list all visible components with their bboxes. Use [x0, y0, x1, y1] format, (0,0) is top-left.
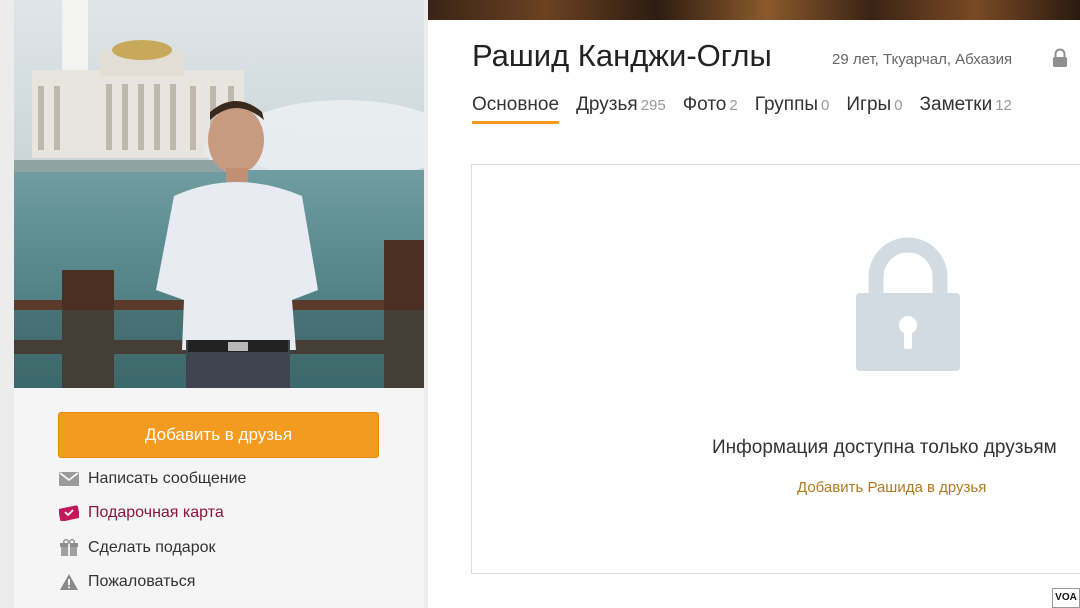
- write-message-link[interactable]: Написать сообщение: [58, 467, 246, 491]
- profile-name: Рашид Канджи-Оглы: [472, 38, 772, 73]
- tab-photos-count: 2: [729, 97, 738, 114]
- tab-games[interactable]: Игры 0: [846, 94, 902, 124]
- lock-icon: [1052, 48, 1068, 68]
- profile-meta: 29 лет, Ткуарчал, Абхазия: [832, 51, 1013, 68]
- make-gift-link[interactable]: Сделать подарок: [58, 536, 216, 560]
- gift-card-link[interactable]: Подарочная карта: [58, 501, 224, 525]
- profile-actions: Добавить в друзья Написать сообщение Под…: [14, 388, 424, 608]
- add-friend-button[interactable]: Добавить в друзья: [58, 412, 379, 458]
- tab-games-label: Игры: [846, 94, 892, 115]
- add-friend-link[interactable]: Добавить Рашида в друзья: [797, 479, 986, 496]
- tab-main-label: Основное: [472, 94, 560, 115]
- tab-notes[interactable]: Заметки 12: [920, 94, 1012, 124]
- envelope-icon: [58, 469, 80, 489]
- profile-avatar-photo[interactable]: [14, 0, 424, 388]
- report-label: Пожаловаться: [88, 573, 196, 590]
- tab-notes-count: 12: [995, 97, 1012, 114]
- closed-profile-panel: Информация доступна только друзьям Добав…: [471, 164, 1080, 574]
- make-gift-label: Сделать подарок: [88, 539, 216, 556]
- voa-watermark: VOA: [1052, 588, 1080, 608]
- gift-icon: [58, 538, 80, 558]
- tab-notes-label: Заметки: [919, 94, 993, 115]
- tab-games-count: 0: [894, 97, 903, 114]
- tab-groups[interactable]: Группы 0: [755, 94, 830, 124]
- gift-card-icon: [58, 503, 80, 523]
- tab-friends[interactable]: Друзья 295: [576, 94, 666, 124]
- profile-cover-image: [428, 0, 1080, 20]
- tab-groups-label: Группы: [754, 94, 819, 115]
- tab-groups-count: 0: [821, 97, 830, 114]
- warning-icon: [58, 572, 80, 592]
- gift-card-label: Подарочная карта: [88, 504, 224, 521]
- closed-profile-message: Информация доступна только друзьям: [712, 437, 1057, 458]
- lock-icon: [856, 237, 960, 371]
- tab-friends-count: 295: [640, 97, 666, 114]
- main-content: Рашид Канджи-Оглы 29 лет, Ткуарчал, Абха…: [428, 0, 1080, 608]
- tab-photos[interactable]: Фото 2: [683, 94, 738, 124]
- write-message-label: Написать сообщение: [88, 470, 247, 487]
- tab-photos-label: Фото: [682, 94, 727, 115]
- tab-main[interactable]: Основное: [472, 94, 560, 124]
- avatar-photo-image: [14, 0, 424, 388]
- tab-friends-label: Друзья: [576, 94, 638, 115]
- profile-tabs: Основное Друзья 295 Фото 2 Группы 0 Игры 0 З…: [472, 94, 1029, 126]
- left-column: Добавить в друзья Написать сообщение Под…: [0, 0, 428, 608]
- report-link[interactable]: Пожаловаться: [58, 570, 195, 594]
